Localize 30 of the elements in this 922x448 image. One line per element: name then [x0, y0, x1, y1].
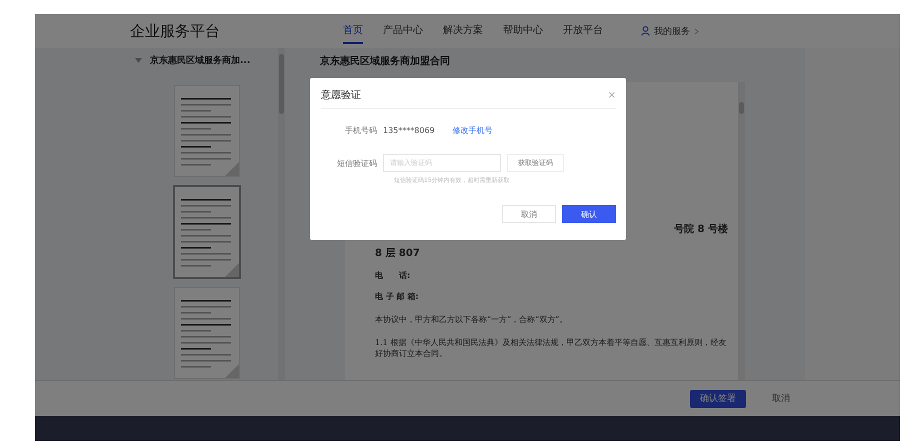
- nav-tab[interactable]: 开放平台: [563, 18, 603, 44]
- document-text: 号院 8 号楼: [673, 222, 728, 236]
- confirm-button[interactable]: 确认: [562, 205, 616, 223]
- phone-label: 手机号码: [345, 125, 377, 136]
- user-icon: [641, 26, 650, 36]
- nav-tab[interactable]: 首页: [343, 18, 363, 44]
- platform-logo: 企业服务平台: [130, 22, 221, 40]
- chevron-icon: [694, 28, 699, 34]
- scrollbar[interactable]: [278, 48, 285, 380]
- document-title: 京东惠民区域服务商加盟合同: [319, 54, 451, 69]
- document-text: 电 子 邮 箱:: [375, 291, 420, 302]
- document-text: 1.1 根据《中华人民共和国民法典》及相关法律法规，甲乙双方本着平等自愿、互惠互利原则，经友好协商订立本合同。: [375, 337, 728, 359]
- dialog-title: 意愿验证: [321, 88, 361, 102]
- change-phone-link[interactable]: 修改手机号: [452, 125, 493, 136]
- scrollbar[interactable]: [738, 82, 745, 380]
- document-text: 8 层 807: [375, 247, 421, 260]
- phone-number: 135****8069: [383, 126, 435, 135]
- sign-button[interactable]: 确认签署: [690, 390, 746, 408]
- code-label: 短信验证码: [337, 158, 377, 168]
- document-name[interactable]: 京东惠民区域服务商加...: [150, 54, 250, 67]
- nav-tab[interactable]: 帮助中心: [503, 18, 543, 44]
- cancel-button[interactable]: 取消: [762, 390, 800, 408]
- cancel-button[interactable]: 取消: [502, 205, 556, 223]
- document-text: 电 话:: [375, 270, 412, 281]
- user-menu[interactable]: 我的服务: [654, 24, 690, 38]
- nav-tab[interactable]: 产品中心: [383, 18, 423, 44]
- nav-tab[interactable]: 解决方案: [443, 18, 483, 44]
- close-icon[interactable]: ×: [608, 90, 616, 100]
- document-text: 本协议中，甲方和乙方以下各称“一方”，合称“双方”。: [375, 314, 568, 325]
- page-thumbnail[interactable]: [172, 185, 240, 279]
